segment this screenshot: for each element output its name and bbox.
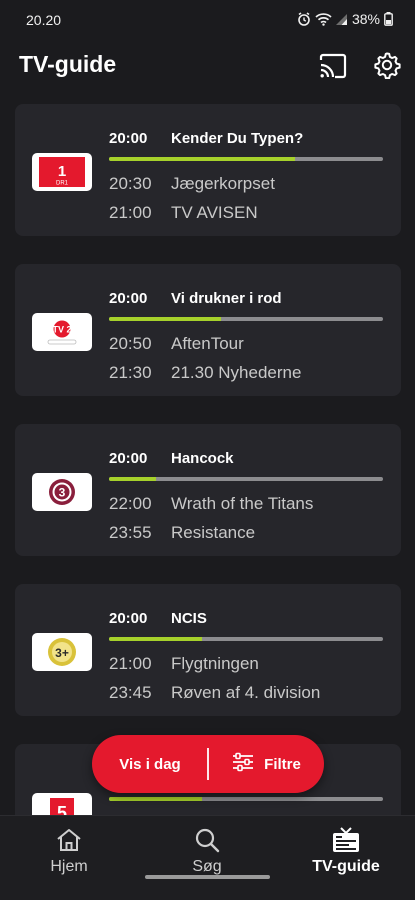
svg-text:5: 5 — [57, 803, 67, 815]
svg-text:3: 3 — [59, 486, 66, 500]
gear-icon[interactable] — [373, 51, 401, 80]
progress-bar — [109, 797, 383, 801]
gesture-handle — [145, 875, 270, 879]
svg-text:DR1: DR1 — [56, 181, 69, 187]
tv-icon — [277, 826, 415, 854]
bottom-nav: Hjem Søg TV-guide — [0, 815, 415, 900]
svg-text:1: 1 — [58, 163, 66, 180]
progress-bar — [109, 637, 383, 641]
progress-bar — [109, 317, 383, 321]
sliders-icon — [232, 752, 254, 776]
channel-logo: TV 2 — [32, 313, 92, 351]
channel-card[interactable]: 3+ 20:00 NCIS 21:00 Flygtningen 23:45 Rø… — [15, 584, 401, 716]
page-title: TV-guide — [19, 51, 117, 77]
channel-logo: 5 — [32, 793, 92, 815]
channel-list[interactable]: 1 DR1 20:00 Kender Du Typen? 20:30 Jægerk… — [0, 0, 415, 815]
channel-logo: 3 — [32, 473, 92, 511]
progress-bar — [109, 157, 383, 161]
channel-logo: 1 DR1 — [32, 153, 92, 191]
nav-item-home[interactable]: Hjem — [0, 826, 138, 886]
fab-pill: Vis i dag Filtre — [92, 735, 324, 793]
search-icon — [138, 826, 276, 854]
svg-text:TV 2: TV 2 — [52, 325, 71, 335]
nav-item-tvguide[interactable]: TV-guide — [277, 826, 415, 886]
show-today-button[interactable]: Vis i dag — [92, 735, 208, 793]
channel-card[interactable]: 3 20:00 Hancock 22:00 Wrath of the Titan… — [15, 424, 401, 556]
channel-card[interactable]: 1 DR1 20:00 Kender Du Typen? 20:30 Jægerk… — [15, 104, 401, 236]
progress-bar — [109, 477, 383, 481]
filter-button[interactable]: Filtre — [209, 735, 324, 793]
home-icon — [0, 826, 138, 854]
svg-text:3+: 3+ — [55, 646, 69, 660]
channel-logo: 3+ — [32, 633, 92, 671]
channel-card[interactable]: TV 2 20:00 Vi drukner i rod 20:50 AftenT… — [15, 264, 401, 396]
app-bar: TV-guide — [0, 44, 415, 88]
cast-icon[interactable] — [318, 52, 348, 80]
